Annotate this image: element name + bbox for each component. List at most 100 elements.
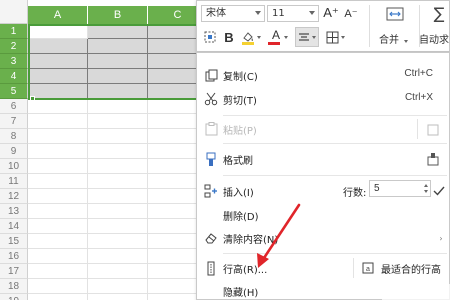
format-painter-options-icon (425, 151, 441, 167)
toolbar-divider (369, 5, 370, 47)
grid-cell[interactable] (88, 204, 148, 219)
row-header[interactable]: 11 (0, 174, 28, 189)
fill-color-button[interactable] (239, 28, 263, 46)
shortcut-text: Ctrl+C (404, 68, 433, 79)
grid-cell[interactable] (28, 249, 88, 264)
grid-cell[interactable] (88, 294, 148, 300)
shortcut-text: Ctrl+X (404, 92, 433, 103)
grid-cell[interactable] (28, 24, 88, 39)
grid-cell[interactable] (88, 69, 148, 84)
grid-cell[interactable] (88, 129, 148, 144)
menu-item-paste[interactable]: 粘贴(P) (197, 117, 449, 140)
grid-cell[interactable] (28, 114, 88, 129)
row-header[interactable]: 8 (0, 129, 28, 144)
grid-cell[interactable] (88, 174, 148, 189)
row-header[interactable]: 9 (0, 144, 28, 159)
border-button[interactable] (323, 28, 347, 46)
grid-cell[interactable] (88, 54, 148, 69)
fill-handle[interactable] (30, 96, 35, 101)
row-header[interactable]: 2 (0, 39, 28, 54)
menu-item-label: 隐藏(H) (223, 288, 259, 299)
column-header-b[interactable]: B (88, 6, 148, 24)
grid-cell[interactable] (28, 39, 88, 54)
merge-button[interactable]: 合并 (379, 31, 409, 46)
row-header[interactable]: 13 (0, 204, 28, 219)
grid-cell[interactable] (28, 204, 88, 219)
increase-font-button[interactable]: A⁺ (323, 4, 339, 22)
bold-button[interactable]: B (221, 28, 237, 46)
format-painter-toolbar-button[interactable] (201, 28, 219, 46)
grid-cell[interactable] (28, 159, 88, 174)
align-center-button[interactable] (295, 27, 319, 47)
grid-cell[interactable] (28, 264, 88, 279)
row-header[interactable]: 6 (0, 99, 28, 114)
grid-cell[interactable] (88, 189, 148, 204)
menu-divider (223, 143, 447, 144)
menu-item-format-painter[interactable]: 格式刷 (197, 147, 449, 170)
grid-cell[interactable] (88, 279, 148, 294)
grid-cell[interactable] (88, 159, 148, 174)
menu-item-cut[interactable]: 剪切(T) Ctrl+X (197, 87, 449, 110)
spin-up-icon[interactable] (424, 184, 428, 187)
grid-cell[interactable] (28, 144, 88, 159)
grid-cell[interactable] (88, 234, 148, 249)
grid-cell[interactable] (28, 234, 88, 249)
column-header-a[interactable]: A (28, 6, 88, 24)
menu-split-divider (417, 119, 418, 139)
grid-cell[interactable] (88, 99, 148, 114)
grid-cell[interactable] (88, 144, 148, 159)
grid-cell[interactable] (28, 129, 88, 144)
grid-cell[interactable] (88, 249, 148, 264)
grid-cell[interactable] (28, 279, 88, 294)
autosum-label: 自动求 (419, 35, 449, 46)
svg-text:a: a (366, 266, 370, 273)
decrease-font-button[interactable]: A⁻ (343, 4, 359, 22)
font-size-select[interactable]: 11 (267, 5, 319, 22)
menu-item-label: 最适合的行高 (381, 265, 441, 276)
grid-cell[interactable] (88, 24, 148, 39)
row-header[interactable]: 1 (0, 24, 28, 39)
fill-color-icon (242, 31, 254, 45)
grid-cell[interactable] (88, 84, 148, 99)
grid-cell[interactable] (28, 174, 88, 189)
row-header[interactable]: 10 (0, 159, 28, 174)
row-header[interactable]: 16 (0, 249, 28, 264)
menu-item-delete[interactable]: 删除(D) (197, 203, 449, 226)
grid-cell[interactable] (88, 114, 148, 129)
row-header[interactable]: 14 (0, 219, 28, 234)
grid-cell[interactable] (88, 39, 148, 54)
grid-cell[interactable] (28, 294, 88, 300)
row-header[interactable]: 12 (0, 189, 28, 204)
row-header[interactable]: 18 (0, 279, 28, 294)
grid-cell[interactable] (88, 219, 148, 234)
menu-item-autofit-row-height[interactable]: a 最适合的行高 (357, 256, 449, 279)
grid-cell[interactable] (28, 219, 88, 234)
row-header[interactable]: 5 (0, 84, 28, 99)
row-header[interactable]: 19 (0, 294, 28, 300)
rows-count-input[interactable]: 5 (369, 180, 431, 197)
menu-item-copy[interactable]: 复制(C) Ctrl+C (197, 63, 449, 86)
checkmark-icon[interactable] (431, 183, 447, 199)
grid-cell[interactable] (28, 99, 88, 114)
grid-cell[interactable] (28, 54, 88, 69)
font-name-select[interactable]: 宋体 (201, 5, 265, 22)
row-header[interactable]: 3 (0, 54, 28, 69)
grid-cell[interactable] (28, 69, 88, 84)
scissors-icon (203, 91, 219, 107)
grow-font-icon: A⁺ (323, 5, 339, 20)
row-header[interactable]: 15 (0, 234, 28, 249)
autosum-label-button[interactable]: 自动求 (419, 31, 449, 46)
merge-cells-button[interactable] (385, 4, 405, 24)
grid-cell[interactable] (28, 84, 88, 99)
autosum-button[interactable]: ∑ (429, 3, 449, 23)
menu-item-label: 插入(I) (223, 188, 254, 199)
menu-item-clear-contents[interactable]: 清除内容(N) › (197, 226, 449, 249)
select-all-corner[interactable] (0, 0, 28, 24)
grid-cell[interactable] (88, 264, 148, 279)
grid-cell[interactable] (28, 189, 88, 204)
select-area-icon (204, 31, 216, 43)
row-header[interactable]: 7 (0, 114, 28, 129)
spin-down-icon[interactable] (424, 190, 428, 193)
row-header[interactable]: 17 (0, 264, 28, 279)
row-header[interactable]: 4 (0, 69, 28, 84)
